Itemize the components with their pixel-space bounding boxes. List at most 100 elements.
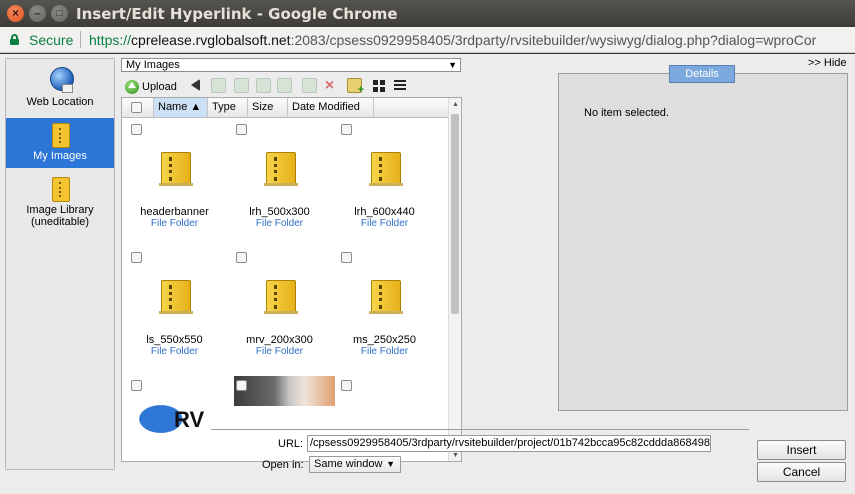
up-folder-icon[interactable] (211, 78, 226, 93)
item-checkbox[interactable] (341, 380, 352, 391)
no-item-message: No item selected. (584, 107, 669, 119)
window-title: Insert/Edit Hyperlink - Google Chrome (76, 5, 398, 23)
folder-icon (52, 123, 70, 148)
chevron-down-icon: ▼ (448, 60, 457, 70)
image-thumbnail: RV (136, 395, 204, 435)
title-bar: × – □ Insert/Edit Hyperlink - Google Chr… (0, 0, 855, 27)
item-name: lrh_500x300 (249, 206, 310, 218)
folder-item[interactable]: ms_250x250 File Folder (332, 246, 437, 374)
form-divider (211, 429, 749, 430)
folder-item[interactable]: headerbanner File Folder (122, 118, 227, 246)
item-checkbox[interactable] (131, 252, 142, 263)
item-checkbox[interactable] (236, 124, 247, 135)
move-icon[interactable] (234, 78, 249, 93)
item-checkbox[interactable] (341, 252, 352, 263)
select-all-checkbox[interactable] (131, 102, 142, 113)
folder-item[interactable]: mrv_200x300 File Folder (227, 246, 332, 374)
item-type: File Folder (360, 218, 409, 229)
thumbnail-view-icon[interactable] (371, 78, 386, 93)
open-in-label: Open in: (262, 459, 304, 471)
item-type: File Folder (360, 346, 409, 357)
open-in-select[interactable]: Same window ▼ (309, 456, 401, 473)
scroll-down-icon[interactable]: ▼ (452, 452, 459, 459)
column-size[interactable]: Size (248, 98, 288, 117)
nav-item-label: Image Library (uneditable) (26, 204, 94, 228)
lock-icon[interactable] (10, 34, 19, 45)
item-name: lrh_600x440 (354, 206, 415, 218)
window-close-button[interactable]: × (7, 5, 24, 22)
nav-item-my-images[interactable]: My Images (6, 118, 114, 168)
paste-icon[interactable] (277, 78, 292, 93)
item-checkbox[interactable] (341, 124, 352, 135)
folder-icon (159, 280, 193, 314)
file-toolbar: Upload × (121, 75, 461, 96)
select-all-column (122, 98, 154, 117)
hyperlink-dialog: Web Location My Images Image Library (un… (0, 54, 855, 494)
item-name: headerbanner (140, 206, 209, 218)
back-icon[interactable] (191, 79, 200, 91)
folder-icon (369, 280, 403, 314)
url-path: :2083/cpsess0929958405/3rdparty/rvsitebu… (290, 32, 817, 48)
window-maximize-button[interactable]: □ (51, 5, 68, 22)
page-icon (62, 84, 73, 93)
chevron-down-icon: ▼ (386, 459, 395, 469)
item-type: File Folder (255, 218, 304, 229)
address-url[interactable]: https://cprelease.rvglobalsoft.net:2083/… (89, 32, 849, 48)
hide-details-link[interactable]: >> Hide (808, 57, 847, 69)
cancel-button[interactable]: Cancel (757, 462, 846, 482)
column-name[interactable]: Name ▲ (154, 98, 208, 117)
url-input[interactable]: /cpsess0929958405/3rdparty/rvsitebuilder… (307, 435, 711, 452)
address-divider (80, 31, 81, 48)
insert-button[interactable]: Insert (757, 440, 846, 460)
item-name: ls_550x550 (146, 334, 203, 346)
column-date-modified[interactable]: Date Modified (288, 98, 374, 117)
nav-item-label: My Images (33, 150, 87, 162)
source-nav: Web Location My Images Image Library (un… (5, 58, 115, 470)
tab-details[interactable]: Details (669, 65, 735, 83)
item-name: mrv_200x300 (246, 334, 313, 346)
column-type[interactable]: Type (208, 98, 248, 117)
url-scheme: https:// (89, 32, 132, 48)
thumbnail-text: RV (174, 407, 205, 432)
list-view-icon[interactable] (393, 78, 408, 93)
item-type: File Folder (255, 346, 304, 357)
folder-item[interactable]: lrh_500x300 File Folder (227, 118, 332, 246)
scroll-thumb[interactable] (451, 114, 459, 314)
window-minimize-button[interactable]: – (29, 5, 46, 22)
folder-item[interactable]: ls_550x550 File Folder (122, 246, 227, 374)
upload-label: Upload (142, 81, 177, 93)
copy-icon[interactable] (256, 78, 271, 93)
address-bar: Secure https://cprelease.rvglobalsoft.ne… (0, 27, 855, 53)
folder-icon (264, 152, 298, 186)
scroll-up-icon[interactable]: ▲ (452, 101, 459, 108)
file-grid: headerbanner File Folder lrh_500x300 Fil… (122, 118, 448, 461)
delete-icon[interactable]: × (322, 78, 337, 94)
item-checkbox[interactable] (131, 124, 142, 135)
new-folder-icon[interactable] (347, 78, 364, 96)
column-header: Name ▲ Type Size Date Modified (122, 98, 448, 118)
nav-item-label: Web Location (26, 96, 94, 108)
item-checkbox[interactable] (236, 380, 247, 391)
nav-item-image-library[interactable]: Image Library (uneditable) (6, 172, 114, 232)
upload-button[interactable]: Upload (121, 77, 181, 94)
nav-item-web-location[interactable]: Web Location (6, 59, 114, 109)
url-label: URL: (278, 438, 304, 450)
item-name: ms_250x250 (353, 334, 416, 346)
item-checkbox[interactable] (131, 380, 142, 391)
folder-icon (159, 152, 193, 186)
secure-label[interactable]: Secure (29, 32, 73, 48)
file-browser: Name ▲ Type Size Date Modified headerban… (121, 97, 462, 462)
image-thumbnail (234, 376, 335, 406)
item-type: File Folder (150, 346, 199, 357)
item-type: File Folder (150, 218, 199, 229)
image-item[interactable]: RV (122, 374, 227, 461)
upload-icon (125, 80, 139, 94)
folder-item[interactable]: lrh_600x440 File Folder (332, 118, 437, 246)
details-panel (558, 73, 848, 411)
file-scrollbar[interactable]: ▲ ▼ (448, 98, 461, 461)
folder-icon (52, 177, 70, 202)
rename-icon[interactable] (302, 78, 317, 93)
folder-select[interactable]: My Images ▼ (121, 58, 461, 72)
url-host: cprelease.rvglobalsoft.net (131, 32, 291, 48)
item-checkbox[interactable] (236, 252, 247, 263)
